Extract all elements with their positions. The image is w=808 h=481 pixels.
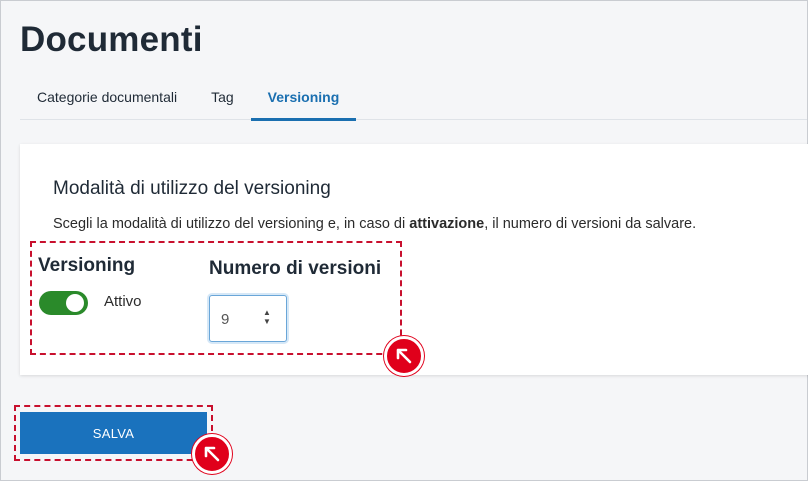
arrow-up-left-icon (384, 336, 424, 376)
toggle-knob (66, 294, 84, 312)
save-button[interactable]: SALVA (20, 412, 207, 454)
description-text: Scegli la modalità di utilizzo del versi… (53, 216, 410, 232)
arrow-up-left-icon (192, 434, 232, 474)
description-bold: attivazione (409, 216, 485, 232)
tab-bar: Categorie documentali Tag Versioning (20, 83, 807, 121)
versions-count-label: Numero di versioni (209, 258, 382, 279)
tab-versioning[interactable]: Versioning (250, 83, 357, 121)
versioning-toggle[interactable] (39, 291, 88, 315)
page-title: Documenti (20, 20, 203, 59)
section-title: Modalità di utilizzo del versioning (53, 178, 331, 199)
versions-count-stepper[interactable]: 9 ▲ ▼ (209, 295, 287, 342)
tab-categorie-documentali[interactable]: Categorie documentali (20, 83, 194, 120)
toggle-label: Attivo (104, 293, 142, 310)
description-text-end: , il numero di versioni da salvare. (484, 216, 697, 232)
versions-count-value: 9 (221, 311, 230, 328)
versioning-label: Versioning (38, 255, 136, 276)
stepper-arrows-icon[interactable]: ▲ ▼ (262, 308, 272, 328)
tab-tag[interactable]: Tag (194, 83, 251, 120)
section-description: Scegli la modalità di utilizzo del versi… (53, 216, 696, 232)
